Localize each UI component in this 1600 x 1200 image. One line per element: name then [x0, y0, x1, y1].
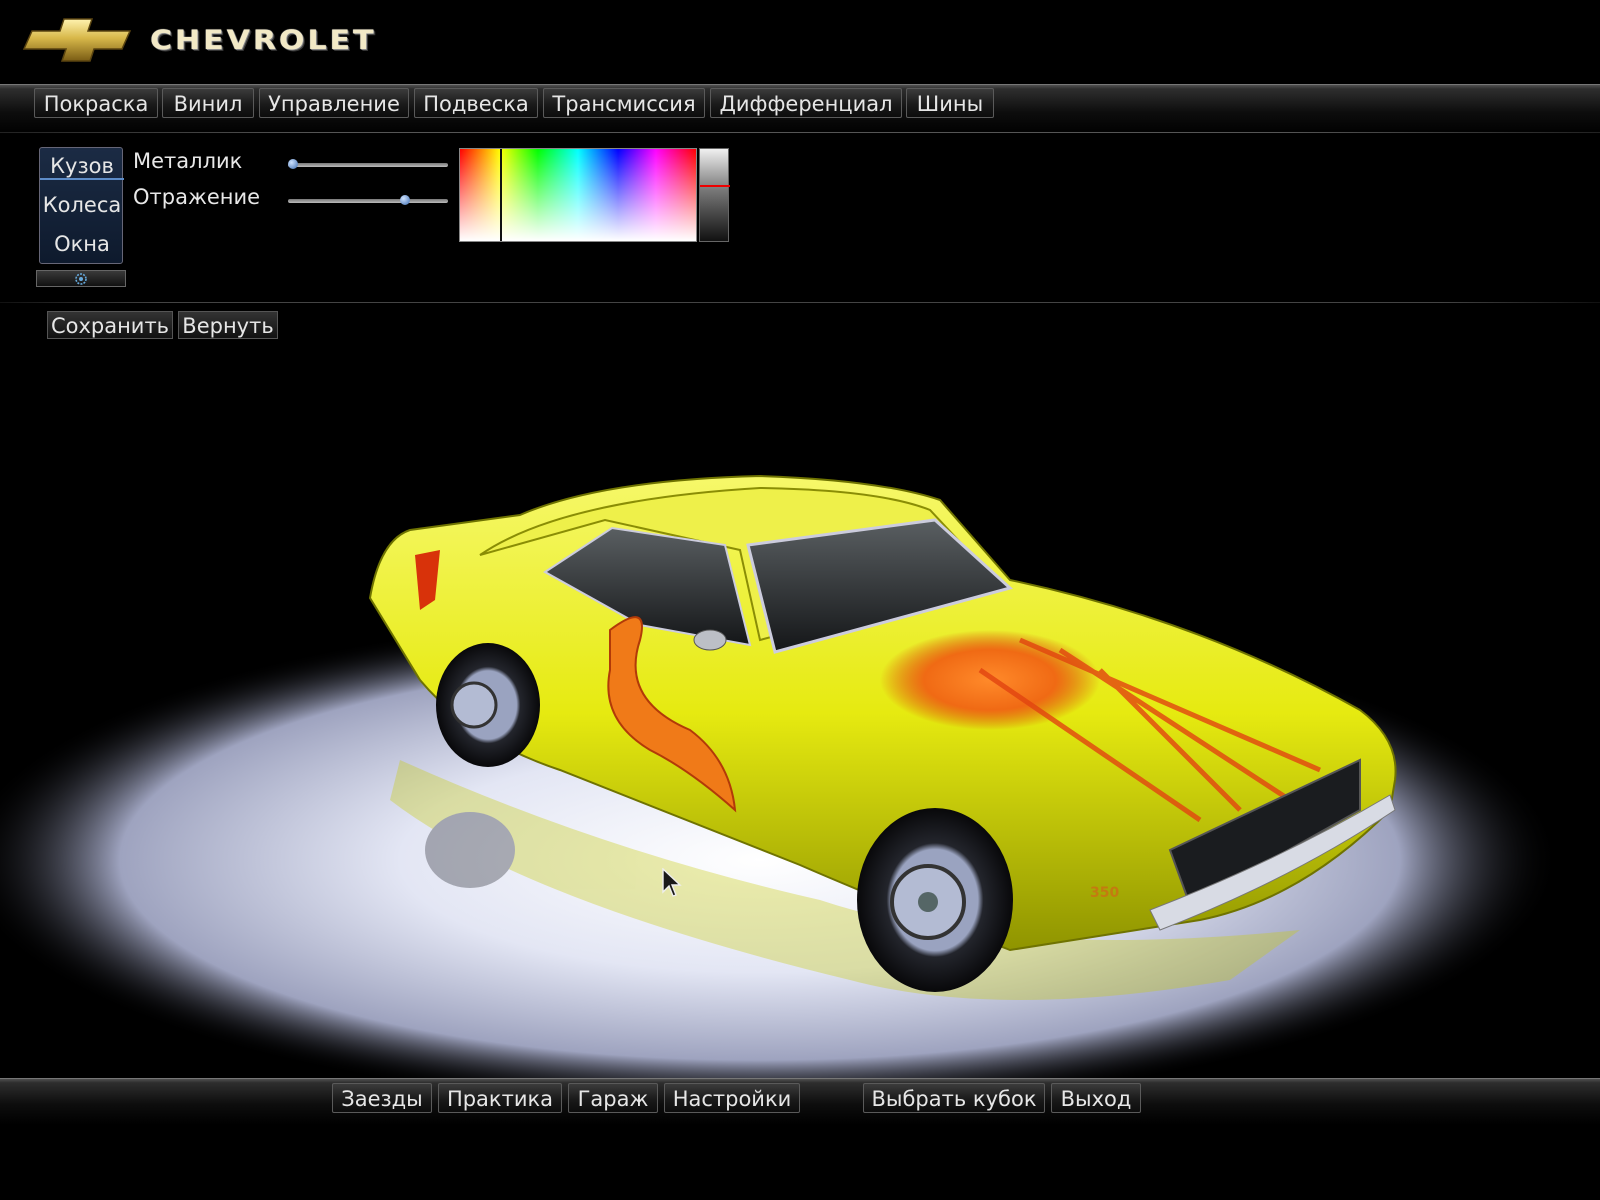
tab-races[interactable]: Заезды — [332, 1083, 432, 1113]
chevrolet-bowtie-icon — [22, 18, 132, 62]
tab-exit[interactable]: Выход — [1051, 1083, 1141, 1113]
part-wheels[interactable]: Колеса — [40, 193, 124, 217]
tab-practice[interactable]: Практика — [438, 1083, 562, 1113]
metallic-slider-knob[interactable] — [287, 159, 298, 169]
reflection-label: Отражение — [133, 185, 261, 209]
game-garage-screen: CHEVROLET Покраска Винил Управление Подв… — [0, 0, 1600, 1200]
tab-tires[interactable]: Шины — [906, 88, 994, 118]
tab-vinyl[interactable]: Винил — [162, 88, 254, 118]
reflection-slider[interactable] — [288, 195, 448, 205]
gear-icon — [75, 272, 87, 285]
color-palette[interactable] — [459, 148, 697, 242]
car-badge: 350 — [1090, 885, 1119, 901]
brand-logo: CHEVROLET — [18, 10, 377, 70]
tab-choose-cup[interactable]: Выбрать кубок — [863, 1083, 1045, 1113]
metallic-label: Металлик — [133, 149, 243, 173]
tab-garage[interactable]: Гараж — [568, 1083, 658, 1113]
tab-suspension[interactable]: Подвеска — [414, 88, 538, 118]
brightness-slider[interactable] — [699, 148, 730, 242]
car-preview-scene[interactable]: 350 — [0, 340, 1600, 1078]
divider — [0, 132, 1600, 133]
reflection-slider-knob[interactable] — [399, 195, 410, 205]
tab-handling[interactable]: Управление — [259, 88, 409, 118]
tab-settings[interactable]: Настройки — [664, 1083, 800, 1113]
revert-button[interactable]: Вернуть — [178, 311, 278, 339]
save-button[interactable]: Сохранить — [47, 311, 173, 339]
brand-name: CHEVROLET — [150, 24, 377, 56]
palette-cursor[interactable] — [500, 149, 503, 241]
metallic-slider[interactable] — [287, 159, 448, 169]
part-windows[interactable]: Окна — [40, 232, 124, 256]
tab-transmission[interactable]: Трансмиссия — [543, 88, 705, 118]
divider — [0, 302, 1600, 303]
paint-options-button[interactable] — [36, 270, 126, 287]
tab-differential[interactable]: Дифференциал — [710, 88, 902, 118]
mouse-pointer-icon — [662, 868, 682, 897]
tab-paint[interactable]: Покраска — [34, 88, 158, 118]
bottom-menu-bar — [0, 1078, 1600, 1125]
part-body[interactable]: Кузов — [40, 154, 124, 180]
paint-part-selector: Кузов Колеса Окна — [39, 147, 124, 264]
brightness-marker[interactable] — [700, 184, 730, 187]
